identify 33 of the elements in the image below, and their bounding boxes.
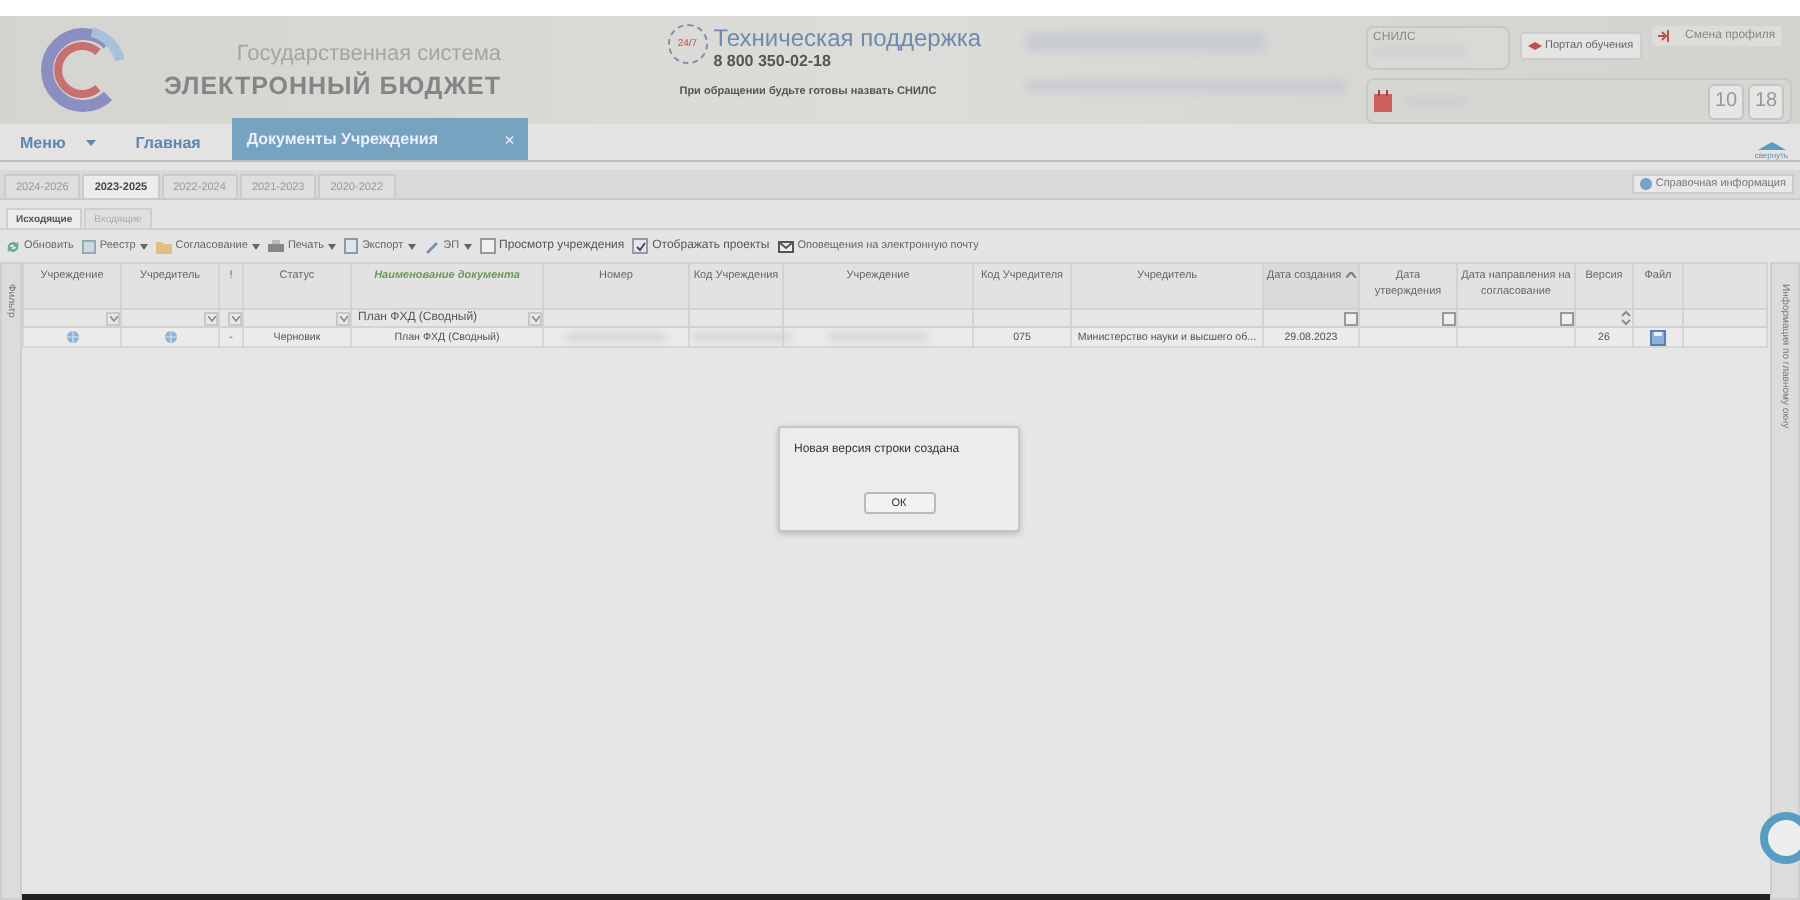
pen-icon [423,239,440,253]
spinner-icon[interactable] [1620,310,1632,326]
tab-title: Документы Учреждения [246,130,438,148]
menu-button[interactable]: Меню [0,124,116,160]
calendar-icon [1373,90,1394,112]
counter-tile: 18 [1748,83,1784,119]
counter-tile: 10 [1708,83,1744,119]
globe-icon [163,330,177,344]
dropdown-button[interactable] [204,311,218,325]
checkbox[interactable] [632,238,649,254]
dropdown-button[interactable] [228,311,242,325]
folder-icon [155,239,172,253]
triangle-icon [1757,142,1786,150]
home-link[interactable]: Главная [115,124,221,160]
exit-icon [1657,30,1672,43]
calendar-icon[interactable] [1344,311,1358,325]
calendar-icon[interactable] [1560,311,1574,325]
active-tab[interactable]: Документы Учреждения × [232,118,529,160]
envelope-icon [777,239,794,253]
help-icon [1639,178,1652,190]
caret-icon [85,139,96,145]
refresh-icon [6,239,20,253]
support-title: Техническая поддержка [713,24,982,52]
system-title: ЭЛЕКТРОННЫЙ БЮДЖЕТ [164,71,501,99]
document-icon [343,238,358,254]
globe-icon [65,330,79,344]
dropdown-button[interactable] [336,311,350,325]
close-button[interactable]: × [504,129,515,149]
support-phone: 8 800 350-02-18 [713,52,833,70]
dropdown-button[interactable] [106,311,120,325]
printer-icon [267,239,284,253]
calendar-icon[interactable] [1442,311,1456,325]
checkbox[interactable] [479,238,496,254]
